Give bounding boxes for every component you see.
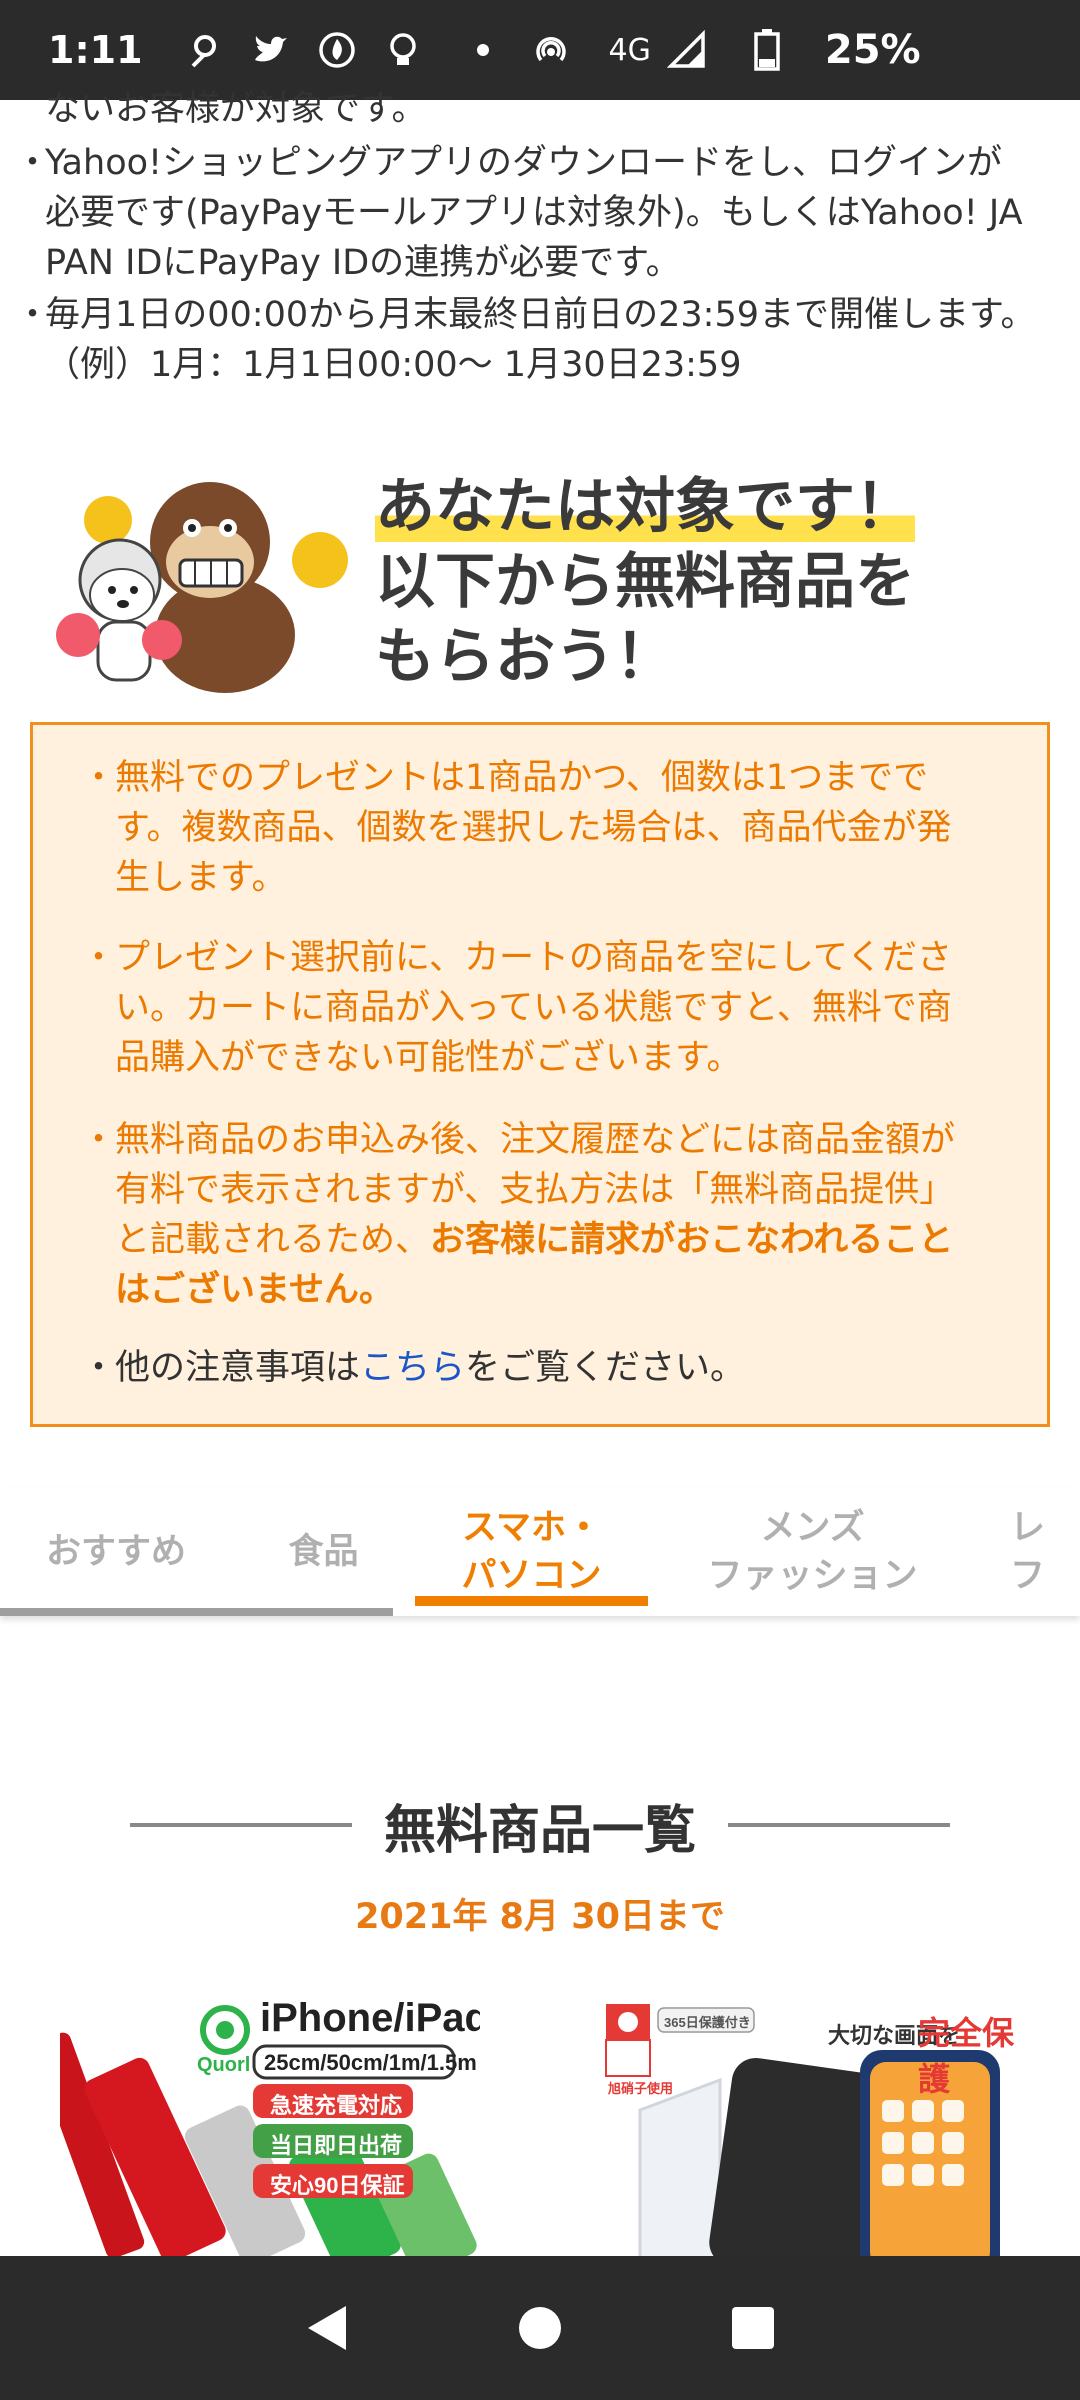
notice-text: い。カートに商品が入っている状態ですと、無料で商 [115,988,952,1028]
note-line: （例）1月：1月1日00:00〜 1月30日23:59 [45,345,742,385]
twitter-icon [249,28,293,72]
product-badge: 365日保護付き [664,2015,751,2030]
hotspot-icon [529,28,573,72]
product-badge: 安心90日保証 [270,2173,405,2198]
tab-food[interactable]: 食品 [232,1488,415,1616]
note-line: 必要です(PayPayモールアプリは対象外)。もしくはYahoo! JA [45,193,1023,233]
product-card-cable[interactable]: iPhone/iPad Quorl 25cm/50cm/1m/1.5m 急速充電… [60,2000,480,2260]
notice-text: す。複数商品、個数を選択した場合は、商品代金が発 [115,808,952,848]
location-icon [183,28,227,72]
tab-recommended[interactable]: おすすめ [0,1488,232,1616]
eligibility-heading: あなたは対象です！ 以下から無料商品を もらおう！ [375,470,915,695]
divider [728,1823,951,1827]
notice-item: 無料でのプレゼントは1商品かつ、個数は1つまでで す。複数商品、個数を選択した場… [81,753,1015,903]
recents-button[interactable] [723,2298,783,2358]
product-sizes: 25cm/50cm/1m/1.5m [264,2050,477,2075]
notice-emphasis: お客様に請求がおこなわれること [430,1220,954,1260]
hero-line-3: もらおう！ [375,622,675,692]
notice-item: プレゼント選択前に、カートの商品を空にしてくださ い。カートに商品が入っている状… [81,933,1015,1083]
product-brand: Quorl [197,2054,251,2076]
notification-dot [476,44,489,56]
notice-text: をご覧ください。 [465,1348,746,1388]
bulb-icon [381,28,425,72]
section-title: 無料商品一覧 [384,1800,697,1861]
note-line: ないお客様が対象です。 [45,89,427,129]
notice-text: 無料でのプレゼントは1商品かつ、個数は1つまでで [115,758,929,798]
category-tabs: おすすめ 食品 スマホ・パソコン メンズファッション レフ [0,1488,1080,1616]
back-button[interactable] [297,2298,357,2358]
hero-line-1: あなたは対象です！ [375,472,915,542]
product-corner-label: 旭硝子使用 [608,2081,674,2096]
tab-label: フ [1010,1556,1046,1596]
notice-text: 有料で表示されますが、支払方法は「無料商品提供」 [115,1170,955,1210]
signal-icon [665,28,709,72]
tab-label: スマホ・ [462,1508,601,1548]
mascot-illustration [56,482,348,693]
eligibility-banner: あなたは対象です！ 以下から無料商品を もらおう！ [50,470,1030,700]
notice-text: 無料商品のお申込み後、注文履歴などには商品金額が [115,1120,956,1160]
notice-item: 他の注意事項はこちらをご覧ください。 [81,1343,1015,1393]
note-line: Yahoo!ショッピングアプリのダウンロードをし、ログインが [15,138,1055,188]
notice-box: 無料でのプレゼントは1商品かつ、個数は1つまでで す。複数商品、個数を選択した場… [30,722,1050,1427]
note-line: PAN IDにPayPay IDの連携が必要です。 [45,243,681,283]
notice-text: 他の注意事項は [115,1348,361,1388]
tab-mens-fashion[interactable]: メンズ ファッション [680,1488,945,1616]
note-line: 毎月1日の00:00から月末最終日前日の23:59まで開催します。 [15,290,1055,340]
system-nav-bar [0,2256,1080,2400]
notice-text: プレゼント選択前に、カートの商品を空にしてくださ [115,938,952,978]
notice-text: と記載されるため、 [115,1220,431,1260]
status-time: 1:11 [48,28,143,72]
home-button[interactable] [510,2298,570,2358]
product-badge: 当日即日出荷 [270,2133,403,2158]
tab-label: レ [1010,1508,1046,1548]
notice-text: 品購入ができない可能性がございます。 [115,1038,742,1078]
hero-line-2: 以下から無料商品を [375,547,915,617]
campaign-deadline: 2021年 8月 30日まで [355,1897,725,1937]
tab-label: メンズ [760,1508,865,1548]
tab-label: ファッション [707,1556,918,1596]
network-type: 4G [608,32,651,68]
product-badge: 急速充電対応 [270,2093,403,2118]
battery-percentage: 25% [824,27,921,73]
notice-text: 生します。 [115,858,287,898]
notice-text: と記載されるため、お客様に請求がおこなわれること [115,1215,1015,1265]
divider [130,1823,352,1827]
recents-icon [732,2307,775,2349]
active-tab-indicator [415,1596,648,1606]
notice-emphasis: はございません。 [115,1270,394,1310]
tab-ladies-fashion[interactable]: レフ [1010,1488,1080,1616]
product-title: iPhone/iPad [260,2000,480,2040]
tab-label: 食品 [288,1532,359,1572]
back-icon [307,2306,346,2350]
tab-scrollbar[interactable] [0,1608,393,1616]
home-icon [518,2307,561,2349]
product-highlight: 完全保護 [918,2015,1015,2097]
other-notes-link[interactable]: こちら [360,1348,465,1388]
section-header: 無料商品一覧 [130,1790,951,1861]
tab-label: パソコン [461,1556,602,1596]
product-card-screen-protector[interactable]: 旭硝子使用 365日保護付き 大切な画面を 完全保護 [600,2000,1020,2260]
notice-item: 無料商品のお申込み後、注文履歴などには商品金額が 有料で表示されますが、支払方法… [81,1115,1015,1315]
tab-label: おすすめ [45,1532,186,1572]
battery-icon [745,28,789,72]
fire-icon [315,28,359,72]
